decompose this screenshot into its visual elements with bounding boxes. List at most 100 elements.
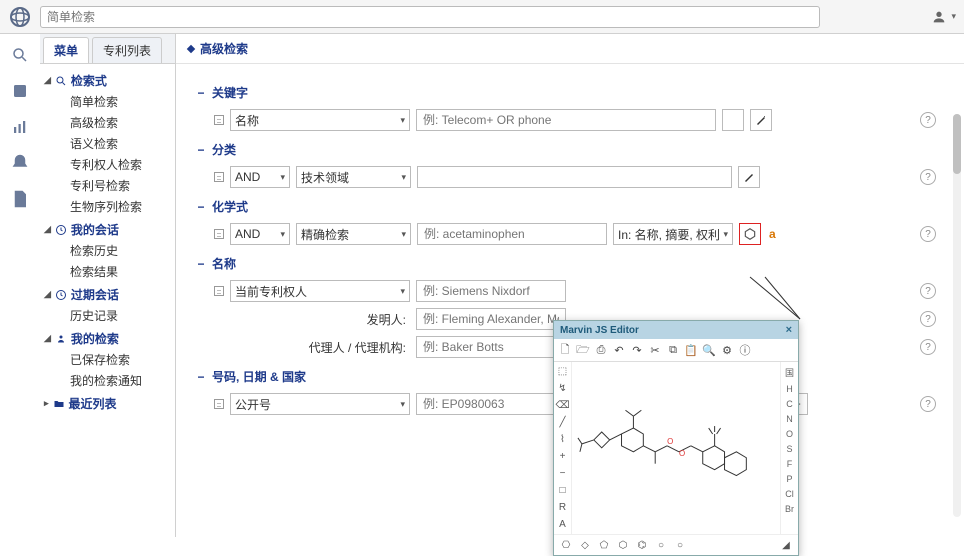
chart-rail-icon[interactable]: [11, 118, 29, 136]
editor-canvas[interactable]: O O: [572, 362, 780, 502]
wand-button[interactable]: [750, 109, 772, 131]
select-tool-icon[interactable]: ⬚: [558, 366, 567, 377]
ring7-tool-icon[interactable]: ○: [655, 539, 667, 551]
tree-item[interactable]: 检索历史: [44, 240, 171, 261]
bond-tool-icon[interactable]: ╱: [559, 417, 565, 428]
redo-icon[interactable]: ↷: [630, 343, 644, 357]
agent-input[interactable]: [416, 336, 566, 358]
atom-btn[interactable]: S: [786, 444, 792, 454]
help-icon[interactable]: ?: [920, 283, 936, 299]
atom-btn[interactable]: F: [787, 459, 793, 469]
tree-head-expired[interactable]: ◢过期会话: [44, 284, 171, 305]
pdf-rail-icon[interactable]: [11, 190, 29, 208]
help-icon[interactable]: ?: [920, 169, 936, 185]
atom-btn[interactable]: P: [786, 474, 792, 484]
info-icon[interactable]: ⓘ: [738, 343, 752, 357]
atom-btn[interactable]: C: [786, 399, 793, 409]
help-icon[interactable]: ?: [920, 396, 936, 412]
copy-icon[interactable]: ⧉: [666, 343, 680, 357]
tree-item[interactable]: 生物序列检索: [44, 196, 171, 217]
inventor-input[interactable]: [416, 308, 566, 330]
tree-item[interactable]: 简单检索: [44, 91, 171, 112]
tree-item[interactable]: 历史记录: [44, 305, 171, 326]
drag-handle-icon[interactable]: [214, 115, 224, 125]
tab-patent-list[interactable]: 专利列表: [92, 37, 162, 63]
keyword-input[interactable]: [416, 109, 716, 131]
classify-field-select[interactable]: 技术领域▾: [296, 166, 411, 188]
drag-handle-icon[interactable]: [214, 399, 224, 409]
tree-item[interactable]: 已保存检索: [44, 349, 171, 370]
chem-field-select[interactable]: 精确检索▾: [296, 223, 411, 245]
pentagon-tool-icon[interactable]: ⬠: [598, 539, 610, 551]
help-icon[interactable]: ?: [920, 112, 936, 128]
atom-btn[interactable]: H: [786, 384, 793, 394]
charge-tool-icon[interactable]: □: [559, 485, 565, 496]
ring8-tool-icon[interactable]: ○: [674, 539, 686, 551]
help-icon[interactable]: ?: [920, 311, 936, 327]
cut-icon[interactable]: ✂: [648, 343, 662, 357]
classify-op-select[interactable]: AND▾: [230, 166, 290, 188]
tree-item[interactable]: 专利号检索: [44, 175, 171, 196]
tab-menu[interactable]: 菜单: [43, 37, 89, 63]
search-rail-icon[interactable]: [11, 46, 29, 64]
user-menu[interactable]: ▾: [931, 9, 956, 25]
help-icon[interactable]: ?: [920, 226, 936, 242]
structure-editor-button[interactable]: [739, 223, 761, 245]
drag-handle-icon[interactable]: [214, 229, 224, 239]
name-field-select[interactable]: 当前专利权人▾: [230, 280, 410, 302]
keyword-field-select[interactable]: 名称▾: [230, 109, 410, 131]
erase-tool-icon[interactable]: ⌫: [555, 400, 569, 411]
assignee-input[interactable]: [416, 280, 566, 302]
close-icon[interactable]: ×: [786, 324, 792, 336]
tree-head-session[interactable]: ◢我的会话: [44, 219, 171, 240]
tree-item[interactable]: 语义检索: [44, 133, 171, 154]
bell-rail-icon[interactable]: [11, 154, 29, 172]
atom-btn[interactable]: 国: [785, 366, 794, 379]
scrollbar-thumb[interactable]: [953, 114, 961, 174]
r-tool-icon[interactable]: R: [559, 502, 566, 513]
tree-head-mysearch[interactable]: ◢我的检索: [44, 328, 171, 349]
tree-item[interactable]: 专利权人检索: [44, 154, 171, 175]
lasso-tool-icon[interactable]: ↯: [558, 383, 566, 394]
notes-rail-icon[interactable]: [11, 82, 29, 100]
classify-input[interactable]: [417, 166, 732, 188]
benzene-tool-icon[interactable]: ⌬: [636, 539, 648, 551]
help-icon[interactable]: ?: [920, 339, 936, 355]
ring-tool-icon[interactable]: ⎔: [560, 539, 572, 551]
save-icon[interactable]: ⎙: [594, 343, 608, 357]
open-icon[interactable]: 🗁: [576, 343, 590, 357]
tree-item[interactable]: 检索结果: [44, 261, 171, 282]
tree-item[interactable]: 我的检索通知: [44, 370, 171, 391]
paste-icon[interactable]: 📋: [684, 343, 698, 357]
chain-tool-icon[interactable]: ⌇: [560, 434, 565, 445]
chem-in-select[interactable]: In: 名称, 摘要, 权利要求▾: [613, 223, 733, 245]
pubnum-input[interactable]: [416, 393, 566, 415]
extra-box[interactable]: [722, 109, 744, 131]
square-tool-icon[interactable]: ◇: [579, 539, 591, 551]
plus-tool-icon[interactable]: +: [560, 451, 566, 462]
undo-icon[interactable]: ↶: [612, 343, 626, 357]
drag-handle-icon[interactable]: [214, 172, 224, 182]
minus-tool-icon[interactable]: −: [560, 468, 566, 479]
atom-btn[interactable]: N: [786, 414, 793, 424]
tree-head-recent[interactable]: ▸最近列表: [44, 393, 171, 414]
code-field-select[interactable]: 公开号▾: [230, 393, 410, 415]
settings-icon[interactable]: ⚙: [720, 343, 734, 357]
hexagon-tool-icon[interactable]: ⬡: [617, 539, 629, 551]
text-tool-icon[interactable]: A: [559, 519, 566, 530]
wand-button[interactable]: [738, 166, 760, 188]
atom-btn[interactable]: O: [786, 429, 793, 439]
chem-input[interactable]: [417, 223, 607, 245]
global-search-input[interactable]: [40, 6, 820, 28]
editor-titlebar[interactable]: Marvin JS Editor ×: [554, 321, 798, 339]
tree-item[interactable]: 高级检索: [44, 112, 171, 133]
chem-op-select[interactable]: AND▾: [230, 223, 290, 245]
atom-btn[interactable]: Br: [785, 504, 794, 514]
resize-handle-icon[interactable]: ◢: [780, 539, 792, 551]
atom-btn[interactable]: Cl: [785, 489, 794, 499]
drag-handle-icon[interactable]: [214, 286, 224, 296]
zoom-icon[interactable]: 🔍: [702, 343, 716, 357]
tree-head-search[interactable]: ◢检索式: [44, 70, 171, 91]
scrollbar[interactable]: [953, 114, 961, 517]
new-icon[interactable]: 🗋: [558, 343, 572, 357]
